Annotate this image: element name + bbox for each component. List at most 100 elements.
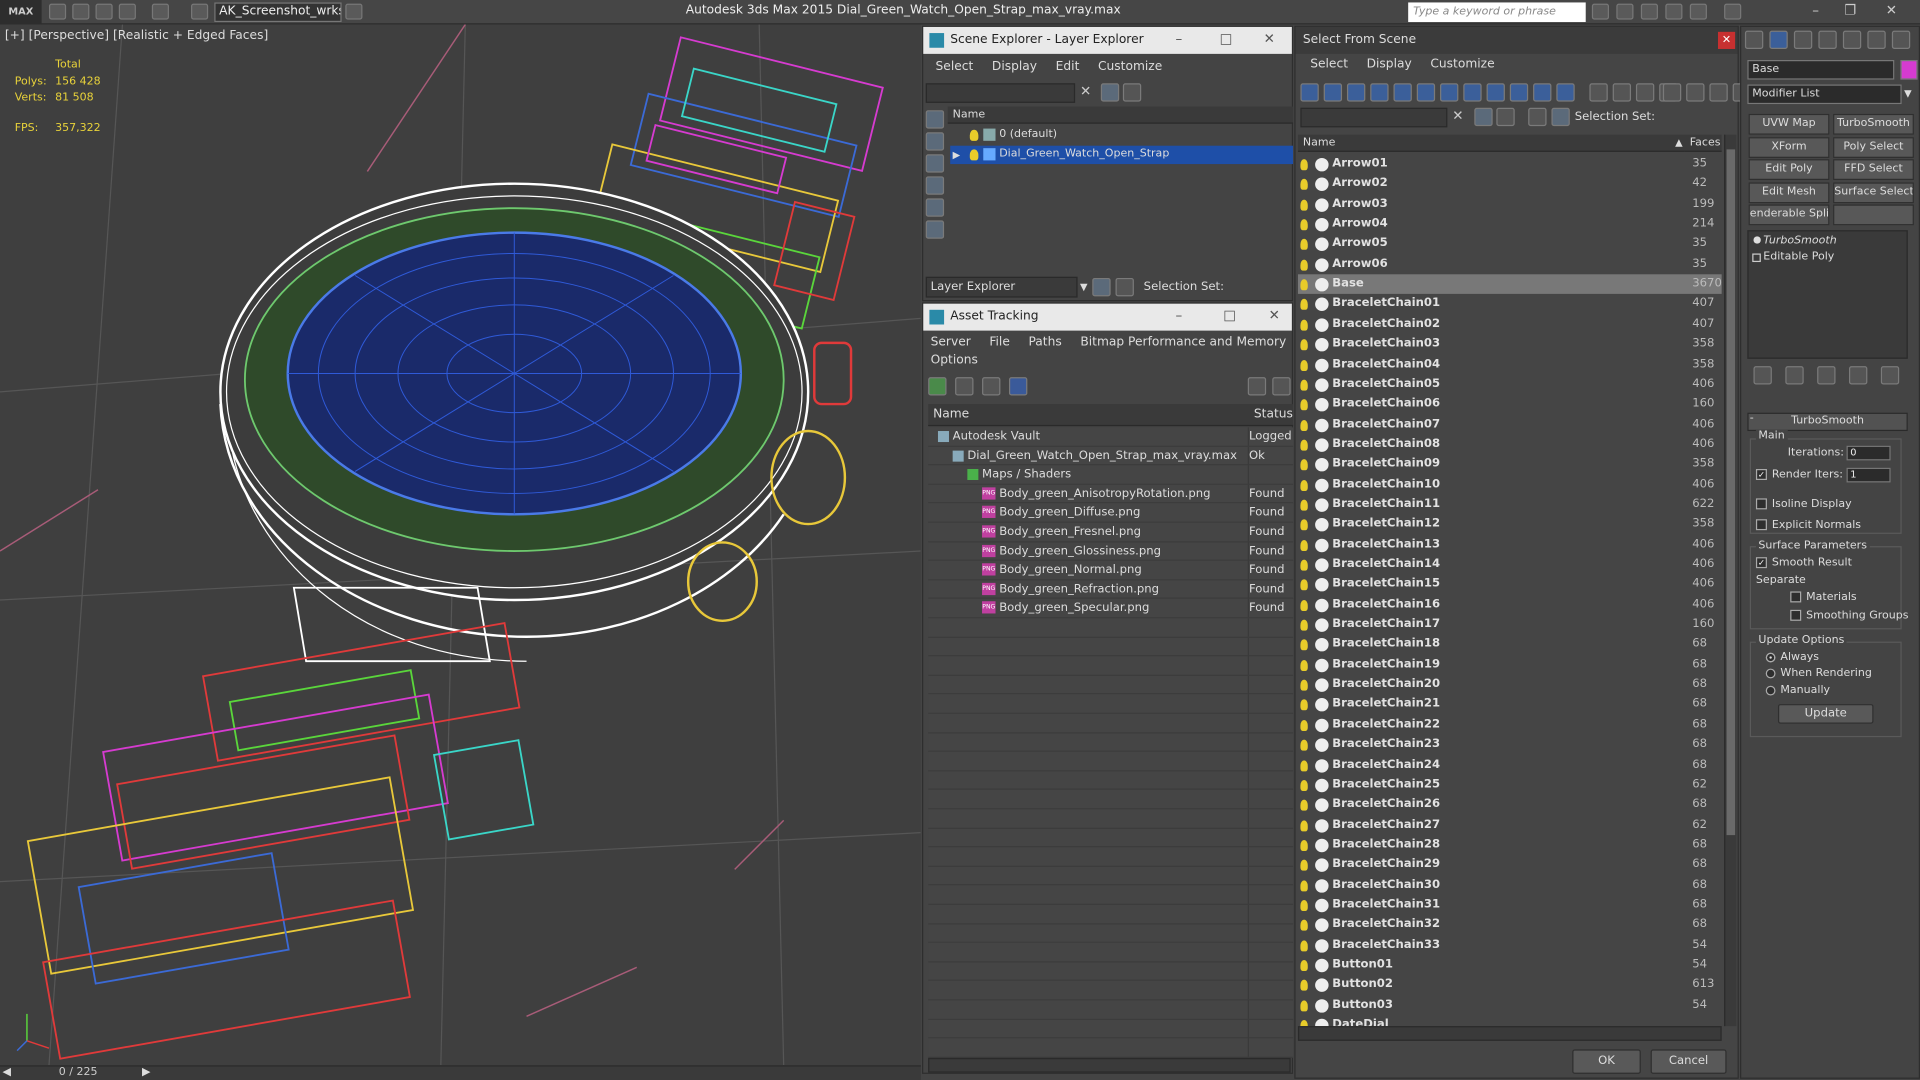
rollout-collapse-icon[interactable]: -: [1750, 413, 1754, 425]
menu-paths[interactable]: Paths: [1028, 336, 1061, 349]
menu-select[interactable]: Select: [1310, 58, 1348, 71]
filter-cameras-icon[interactable]: [1370, 83, 1389, 102]
asset-row[interactable]: [928, 1000, 1294, 1020]
project-folder-icon[interactable]: [191, 3, 209, 20]
manually-row[interactable]: Manually: [1765, 684, 1830, 697]
scene-object-row[interactable]: Arrow02 42: [1298, 174, 1722, 194]
asset-row[interactable]: [928, 656, 1294, 676]
filter-containers-icon[interactable]: [1509, 83, 1529, 102]
app-logo-icon[interactable]: MAX: [0, 0, 42, 25]
time-prev-icon[interactable]: ◀: [2, 1067, 10, 1079]
light-bulb-icon[interactable]: [1300, 699, 1308, 711]
light-bulb-icon[interactable]: [1300, 1000, 1308, 1012]
asset-row[interactable]: [928, 847, 1294, 867]
scene-object-row[interactable]: BraceletChain30 68: [1298, 875, 1722, 895]
manually-radio[interactable]: [1765, 685, 1776, 695]
light-bulb-icon[interactable]: [1300, 399, 1308, 411]
materials-row[interactable]: Materials: [1790, 591, 1857, 604]
light-bulb-icon[interactable]: [1300, 899, 1308, 911]
asset-row[interactable]: [928, 924, 1294, 944]
close-icon[interactable]: ✕: [1886, 2, 1897, 18]
scene-object-row[interactable]: Arrow05 35: [1298, 234, 1722, 254]
new-file-icon[interactable]: [48, 3, 67, 20]
light-bulb-icon[interactable]: [1300, 179, 1308, 191]
workspace-menu-icon[interactable]: [345, 3, 363, 20]
filter-display-all-icon[interactable]: [1589, 83, 1608, 102]
select-hierarchy-icon[interactable]: [1528, 107, 1547, 127]
light-bulb-icon[interactable]: [1300, 339, 1308, 351]
light-bulb-icon[interactable]: [1300, 960, 1308, 972]
light-bulb-icon[interactable]: [1300, 239, 1308, 251]
filter-xrefs-icon[interactable]: [1463, 83, 1482, 102]
asset-row[interactable]: PNG Body_green_Diffuse.png Found: [928, 503, 1294, 523]
scene-object-row[interactable]: BraceletChain27 62: [1298, 815, 1722, 835]
modifier-stack[interactable]: TurboSmooth Editable Poly: [1747, 230, 1908, 359]
perspective-viewport[interactable]: [+] [Perspective] [Realistic + Edged Fac…: [0, 24, 921, 1066]
modifier-list-dropdown[interactable]: Modifier List: [1747, 84, 1902, 105]
stack-make-unique-icon[interactable]: [1817, 366, 1836, 385]
scene-object-row[interactable]: BraceletChain13 406: [1298, 535, 1722, 555]
light-bulb-icon[interactable]: [1300, 779, 1308, 791]
scene-object-row[interactable]: BraceletChain24 68: [1298, 755, 1722, 775]
light-bulb-icon[interactable]: [1300, 479, 1308, 491]
light-bulb-icon[interactable]: [1300, 539, 1308, 551]
light-bulb-icon[interactable]: [1300, 919, 1308, 931]
refresh-icon[interactable]: [928, 377, 947, 396]
asset-row[interactable]: [928, 1038, 1294, 1058]
light-bulb-icon[interactable]: [1300, 519, 1308, 531]
light-bulb-icon[interactable]: [1753, 236, 1761, 244]
scene-object-row[interactable]: BraceletChain20 68: [1298, 675, 1722, 695]
filter-helpers-icon[interactable]: [1393, 83, 1412, 102]
scene-object-row[interactable]: BraceletChain14 406: [1298, 555, 1722, 575]
asset-minimize-icon[interactable]: –: [1176, 307, 1183, 323]
redo-icon[interactable]: [151, 3, 169, 20]
filter-groups-icon[interactable]: [1440, 83, 1459, 102]
light-bulb-icon[interactable]: [1300, 439, 1308, 451]
layer-row-watch[interactable]: ▶ Dial_Green_Watch_Open_Strap: [950, 145, 1294, 165]
light-bulb-icon[interactable]: [1300, 980, 1308, 992]
asset-row[interactable]: Maps / Shaders: [928, 465, 1294, 485]
scene-object-row[interactable]: BraceletChain12 358: [1298, 515, 1722, 535]
scene-object-row[interactable]: BraceletChain21 68: [1298, 695, 1722, 715]
select-clear-find-icon[interactable]: ✕: [1452, 108, 1463, 124]
scene-object-row[interactable]: BraceletChain01 407: [1298, 294, 1722, 314]
thumbnail-view-icon[interactable]: [982, 377, 1001, 396]
scene-object-row[interactable]: BraceletChain02 407: [1298, 314, 1722, 334]
menu-edit[interactable]: Edit: [1056, 60, 1080, 73]
scene-object-row[interactable]: BraceletChain08 406: [1298, 435, 1722, 455]
asset-row[interactable]: PNG Body_green_Fresnel.png Found: [928, 522, 1294, 542]
scene-object-row[interactable]: BraceletChain06 160: [1298, 395, 1722, 415]
menu-select[interactable]: Select: [936, 60, 974, 73]
light-bulb-icon[interactable]: [969, 129, 979, 141]
filter-lights-icon[interactable]: [1346, 83, 1366, 102]
scene-object-row[interactable]: BraceletChain28 68: [1298, 835, 1722, 855]
render-iters-checkbox[interactable]: ✓: [1755, 468, 1767, 481]
explicit-normals-checkbox[interactable]: [1755, 519, 1767, 531]
iterations-spinner[interactable]: 0: [1846, 445, 1891, 461]
scene-object-row[interactable]: BraceletChain33 54: [1298, 935, 1722, 955]
scene-explorer-restore-icon[interactable]: □: [1220, 31, 1233, 47]
layers-mode-icon[interactable]: [1092, 277, 1111, 297]
modifier-button-xform[interactable]: XForm: [1748, 136, 1830, 158]
tab-modify-icon[interactable]: [1769, 30, 1788, 49]
modifier-button-ffd-select[interactable]: FFD Select: [1833, 159, 1914, 181]
light-bulb-icon[interactable]: [1300, 159, 1308, 171]
light-bulb-icon[interactable]: [1300, 359, 1308, 371]
light-bulb-icon[interactable]: [1300, 839, 1308, 851]
scene-object-row[interactable]: BraceletChain26 68: [1298, 795, 1722, 815]
light-bulb-icon[interactable]: [1300, 559, 1308, 571]
select-filter-icon[interactable]: [1474, 107, 1493, 127]
asset-close-icon[interactable]: ✕: [1269, 307, 1280, 323]
chevron-down-icon[interactable]: ▼: [1080, 282, 1088, 293]
scene-object-row[interactable]: BraceletChain17 160: [1298, 615, 1722, 635]
scene-object-row[interactable]: BraceletChain15 406: [1298, 575, 1722, 595]
clear-find-icon[interactable]: ✕: [1080, 83, 1091, 99]
asset-row[interactable]: [928, 637, 1294, 657]
scene-object-row[interactable]: Button02 613: [1298, 975, 1722, 995]
light-bulb-icon[interactable]: [1300, 619, 1308, 631]
scene-object-row[interactable]: BraceletChain31 68: [1298, 895, 1722, 915]
asset-row[interactable]: [928, 962, 1294, 982]
scene-object-row[interactable]: BraceletChain23 68: [1298, 735, 1722, 755]
scene-object-row[interactable]: BraceletChain05 406: [1298, 375, 1722, 395]
scene-object-row[interactable]: BraceletChain03 358: [1298, 334, 1722, 354]
